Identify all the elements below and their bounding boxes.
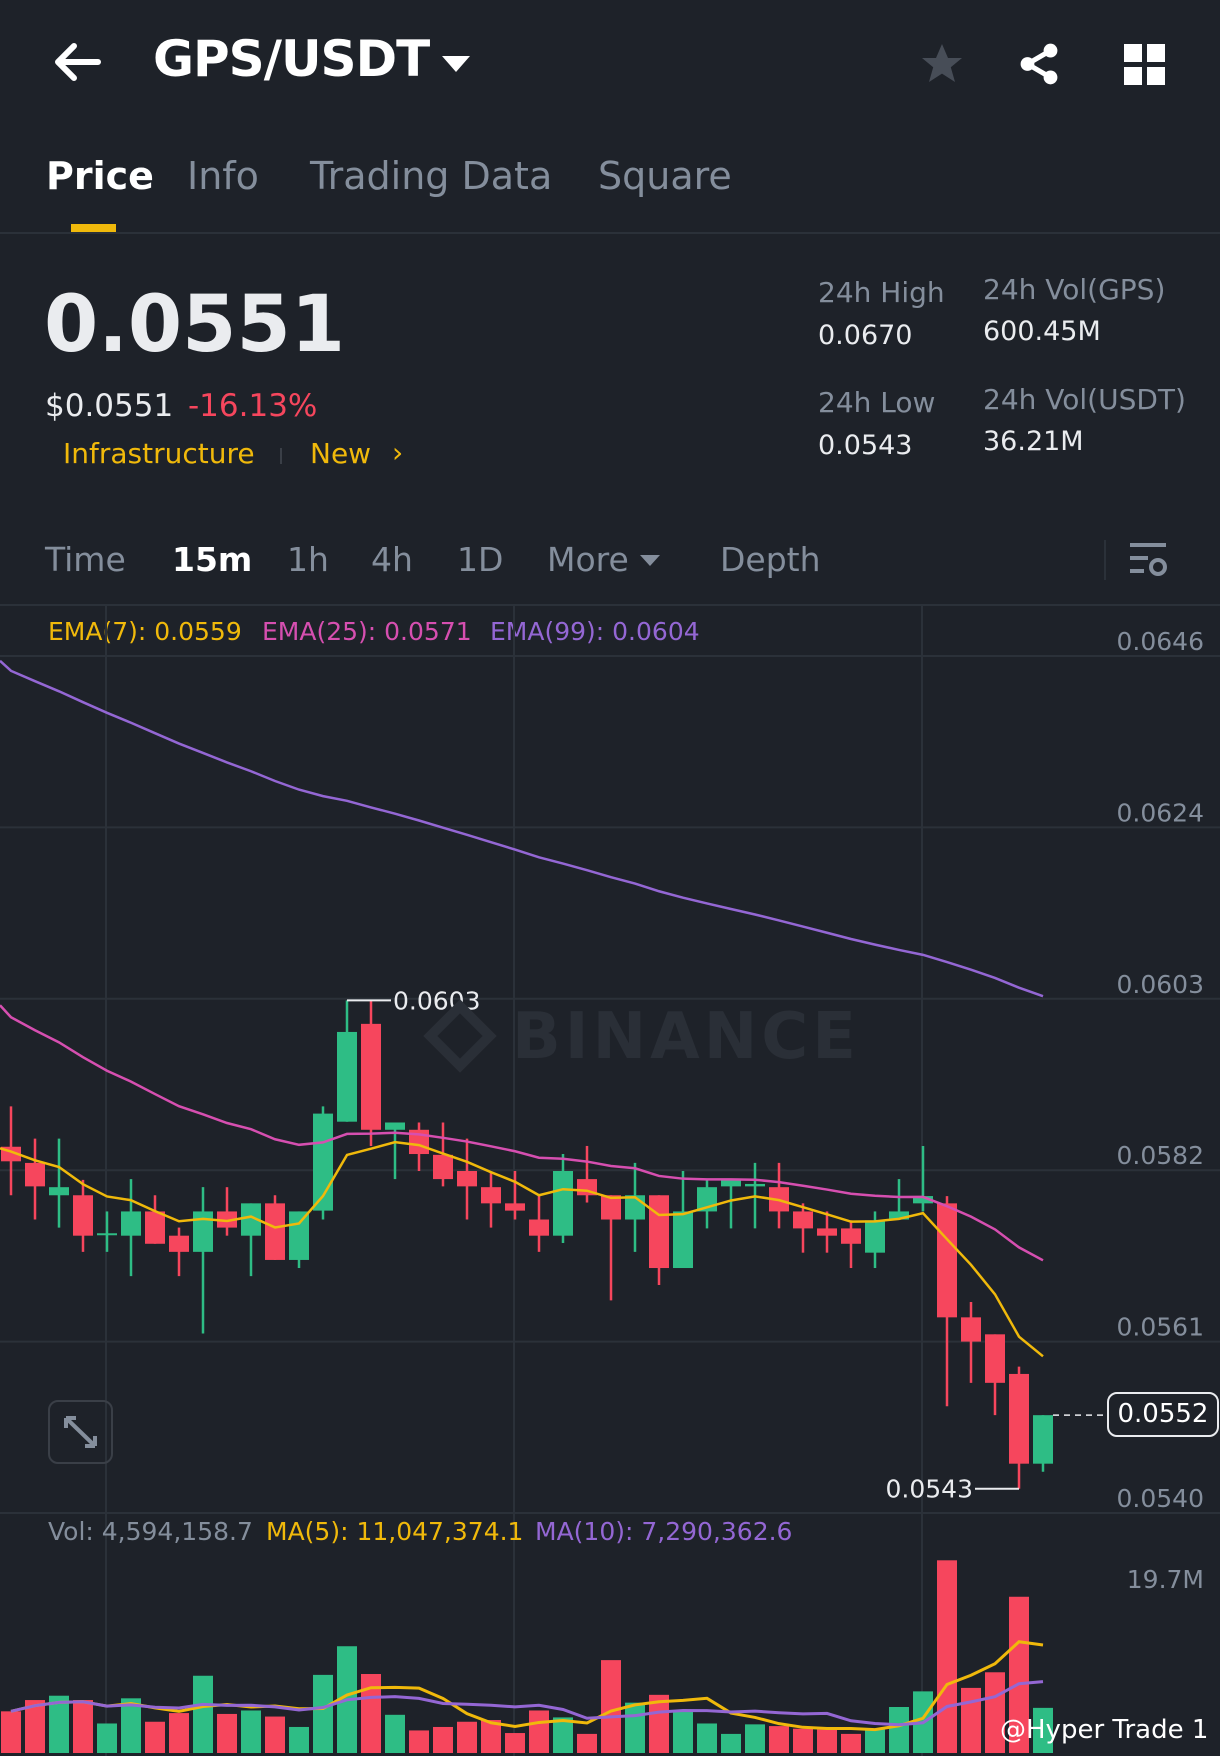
candle-body: [385, 1122, 405, 1130]
volume-legend: Vol: 4,594,158.7: [48, 1517, 253, 1546]
expand-chart-button[interactable]: [48, 1400, 113, 1464]
candle-body: [721, 1179, 741, 1187]
volume-bar: [169, 1713, 189, 1753]
candle-body: [265, 1203, 285, 1260]
candle-body: [121, 1211, 141, 1236]
volume-bar: [937, 1560, 957, 1753]
candle-body: [865, 1220, 885, 1253]
candle-body: [145, 1211, 165, 1244]
volume-bar: [73, 1700, 93, 1753]
price-axis-label: 0.0603: [1117, 970, 1204, 999]
volume-bar: [889, 1706, 909, 1753]
price-axis-label: 0.0561: [1117, 1313, 1204, 1342]
price-axis-label: 0.0540: [1117, 1484, 1204, 1513]
volume-bar: [505, 1733, 525, 1753]
candle-body: [73, 1195, 93, 1236]
candle-body: [673, 1211, 693, 1269]
candle-body: [25, 1162, 45, 1187]
binance-watermark: BINANCE: [512, 1000, 860, 1074]
volume-bar: [193, 1675, 213, 1753]
candlestick-chart[interactable]: 0.06460.06240.06030.05820.05610.05400.06…: [0, 0, 1220, 1756]
expand-icon: [64, 1416, 97, 1448]
ma10-legend: MA(10): 7,290,362.6: [535, 1517, 793, 1546]
candle-body: [625, 1195, 645, 1220]
candle-body: [433, 1154, 453, 1180]
candle-body: [937, 1203, 957, 1318]
candle-body: [289, 1211, 309, 1260]
candle-body: [169, 1235, 189, 1252]
volume-bar: [745, 1724, 765, 1753]
volume-bar: [817, 1729, 837, 1753]
volume-bar: [289, 1726, 309, 1753]
ma5-line: [10, 1640, 1044, 1732]
candle-body: [793, 1211, 813, 1229]
credit-watermark: @Hyper Trade 1: [1000, 1715, 1209, 1745]
candle-body: [193, 1211, 213, 1252]
ma10-line: [10, 1680, 1044, 1727]
candle-body: [745, 1183, 765, 1187]
volume-bar: [217, 1713, 237, 1753]
volume-bar: [697, 1723, 717, 1753]
candle-body: [337, 1031, 357, 1122]
ma5-legend: MA(5): 11,047,374.1: [266, 1517, 524, 1546]
volume-bar: [865, 1729, 885, 1753]
candle-body: [481, 1187, 501, 1204]
candle-body: [649, 1195, 669, 1269]
candle-body: [841, 1228, 861, 1244]
volume-axis-label: 19.7M: [1126, 1565, 1204, 1594]
volume-bar: [241, 1710, 261, 1753]
candle-body: [985, 1334, 1005, 1383]
volume-bar: [769, 1726, 789, 1753]
candle-body: [817, 1228, 837, 1236]
volume-bar: [385, 1714, 405, 1753]
volume-bar: [433, 1726, 453, 1753]
volume-bar: [577, 1733, 597, 1753]
price-axis-label: 0.0646: [1117, 627, 1204, 656]
candle-body: [961, 1317, 981, 1342]
volume-bar: [97, 1723, 117, 1753]
candle-body: [457, 1171, 477, 1187]
candle-body: [97, 1233, 117, 1236]
low-marker-label: 0.0543: [886, 1475, 973, 1504]
ema7-line: [0, 1140, 1044, 1358]
candle-body: [553, 1171, 573, 1236]
price-axis-label: 0.0624: [1117, 798, 1204, 827]
candle-body: [1033, 1415, 1053, 1464]
volume-bar: [457, 1721, 477, 1753]
volume-bar: [529, 1710, 549, 1753]
volume-bar: [145, 1721, 165, 1753]
volume-bar: [265, 1716, 285, 1753]
current-price-label: 0.0552: [1107, 1392, 1219, 1437]
volume-bar: [721, 1733, 741, 1753]
volume-bar: [313, 1674, 333, 1753]
volume-bar: [601, 1660, 621, 1753]
candle-body: [505, 1203, 525, 1211]
volume-bar: [409, 1730, 429, 1753]
volume-bar: [361, 1674, 381, 1753]
candle-body: [361, 1023, 381, 1130]
ema99-line: [0, 659, 1044, 998]
volume-bar: [793, 1728, 813, 1753]
volume-bar: [625, 1702, 645, 1753]
volume-bar: [1, 1711, 21, 1753]
volume-bar: [673, 1710, 693, 1753]
price-axis-label: 0.0582: [1117, 1141, 1204, 1170]
candle-body: [1009, 1373, 1029, 1464]
volume-bar: [961, 1687, 981, 1753]
candle-body: [49, 1187, 69, 1196]
candle-body: [529, 1219, 549, 1236]
volume-bar: [841, 1733, 861, 1753]
